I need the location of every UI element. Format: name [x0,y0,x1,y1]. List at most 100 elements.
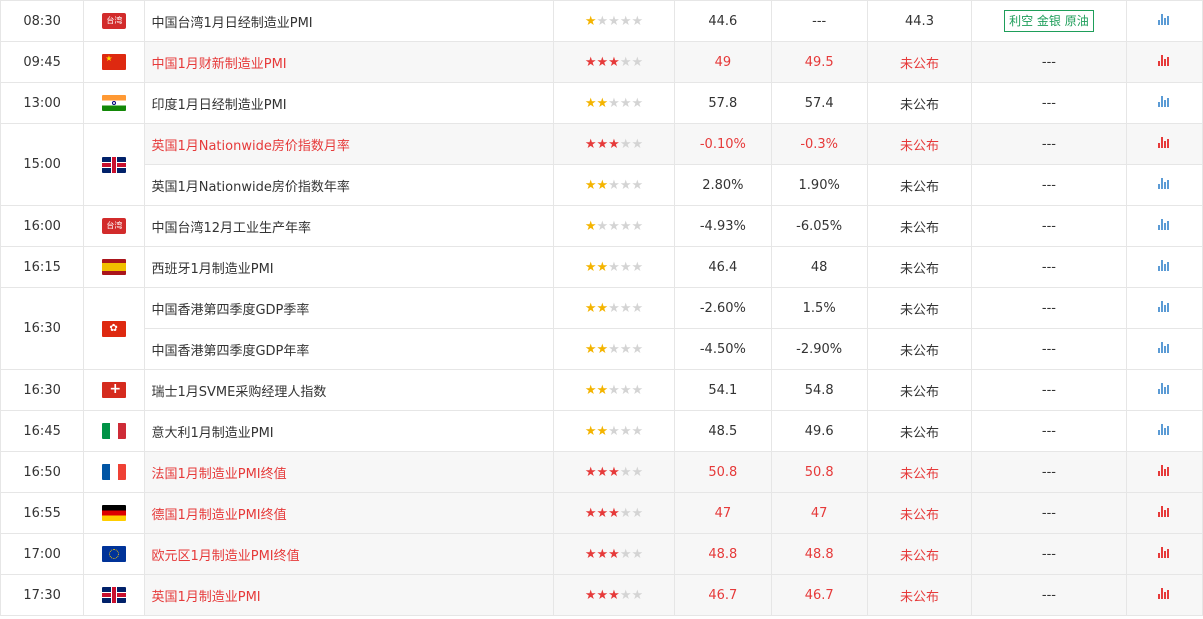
forecast-value: -0.3% [770,123,868,165]
table-row[interactable]: 16:15 西班牙1月制造业PMI ★★★★★ 46.4 48 未公布 --- [0,246,1203,288]
event-name[interactable]: 中国台湾1月日经制造业PMI [144,0,554,42]
hongkong-flag-icon [102,320,127,337]
event-name[interactable]: 瑞士1月SVME采购经理人指数 [144,369,554,411]
impact-cell: --- [971,82,1127,124]
event-name[interactable]: 中国1月财新制造业PMI [144,41,554,83]
taiwan-flag-icon: 台湾 [102,13,127,29]
table-row[interactable]: 17:30 英国1月制造业PMI ★★★★★ 46.7 46.7 未公布 --- [0,574,1203,616]
impact-cell: --- [971,164,1127,206]
previous-value: -4.93% [674,205,772,247]
forecast-value: 1.5% [770,287,868,329]
importance-stars: ★★★★★ [552,205,676,247]
forecast-value: 1.90% [770,164,868,206]
bar-chart-icon[interactable] [1158,259,1170,271]
actual-value: 未公布 [866,287,973,329]
impact-cell: --- [971,287,1127,329]
importance-stars: ★★★★★ [552,410,676,452]
india-flag-icon [102,95,127,111]
forecast-value: 50.8 [770,451,868,493]
spain-flag-icon [102,259,127,275]
actual-value: 未公布 [866,164,973,206]
event-time: 16:00 [0,205,85,247]
importance-stars: ★★★★★ [552,492,676,534]
event-time: 09:45 [0,41,85,83]
bar-chart-icon[interactable] [1158,177,1170,189]
event-name[interactable]: 英国1月Nationwide房价指数月率 [144,123,554,165]
taiwan-flag-icon: 台湾 [102,218,127,234]
switzerland-flag-icon [102,382,127,398]
table-row[interactable]: 09:45 中国1月财新制造业PMI ★★★★★ 49 49.5 未公布 --- [0,41,1203,83]
importance-stars: ★★★★★ [552,369,676,411]
event-name[interactable]: 欧元区1月制造业PMI终值 [144,533,554,575]
table-row[interactable]: 16:50 法国1月制造业PMI终值 ★★★★★ 50.8 50.8 未公布 -… [0,451,1203,493]
importance-stars: ★★★★★ [552,328,676,370]
uk-flag-icon [102,587,127,603]
china-flag-icon [102,54,127,70]
actual-value: 未公布 [866,246,973,288]
event-name[interactable]: 中国香港第四季度GDP年率 [144,328,554,370]
previous-value: 46.4 [674,246,772,288]
table-row[interactable]: 16:30 瑞士1月SVME采购经理人指数 ★★★★★ 54.1 54.8 未公… [0,369,1203,411]
event-name[interactable]: 印度1月日经制造业PMI [144,82,554,124]
previous-value: 50.8 [674,451,772,493]
table-row[interactable]: 15:00 英国1月Nationwide房价指数月率 ★★★★★ -0.10% … [0,123,1203,206]
table-row[interactable]: 16:00 台湾 中国台湾12月工业生产年率 ★★★★★ -4.93% -6.0… [0,205,1203,247]
previous-value: 2.80% [674,164,772,206]
bar-chart-icon[interactable] [1158,382,1170,394]
event-name[interactable]: 中国台湾12月工业生产年率 [144,205,554,247]
previous-value: -0.10% [674,123,772,165]
bar-chart-icon[interactable] [1158,341,1170,353]
forecast-value: 48.8 [770,533,868,575]
table-row[interactable]: 16:55 德国1月制造业PMI终值 ★★★★★ 47 47 未公布 --- [0,492,1203,534]
bar-chart-icon[interactable] [1158,464,1170,476]
event-name[interactable]: 英国1月制造业PMI [144,574,554,616]
impact-cell: --- [971,123,1127,165]
table-row[interactable]: 16:45 意大利1月制造业PMI ★★★★★ 48.5 49.6 未公布 --… [0,410,1203,452]
impact-cell: --- [971,451,1127,493]
forecast-value: 48 [770,246,868,288]
table-row[interactable]: 17:00 欧元区1月制造业PMI终值 ★★★★★ 48.8 48.8 未公布 … [0,533,1203,575]
actual-value: 未公布 [866,574,973,616]
importance-stars: ★★★★★ [552,82,676,124]
table-row[interactable]: 08:30 台湾 中国台湾1月日经制造业PMI ★★★★★ 44.6 --- 4… [0,0,1203,42]
event-time: 16:15 [0,246,85,288]
impact-tag[interactable]: 利空 金银 原油 [1004,10,1094,32]
bar-chart-icon[interactable] [1158,423,1170,435]
bar-chart-icon[interactable] [1158,505,1170,517]
event-name[interactable]: 意大利1月制造业PMI [144,410,554,452]
actual-value: 未公布 [866,410,973,452]
previous-value: 49 [674,41,772,83]
bar-chart-icon[interactable] [1158,54,1170,66]
actual-value: 未公布 [866,369,973,411]
bar-chart-icon[interactable] [1158,95,1170,107]
table-row[interactable]: 16:30 中国香港第四季度GDP季率 ★★★★★ -2.60% 1.5% 未公… [0,287,1203,370]
event-name[interactable]: 英国1月Nationwide房价指数年率 [144,164,554,206]
table-row[interactable]: 13:00 印度1月日经制造业PMI ★★★★★ 57.8 57.4 未公布 -… [0,82,1203,124]
bar-chart-icon[interactable] [1158,587,1170,599]
bar-chart-icon[interactable] [1158,136,1170,148]
event-name[interactable]: 德国1月制造业PMI终值 [144,492,554,534]
bar-chart-icon[interactable] [1158,13,1170,25]
event-time: 15:00 [0,123,85,206]
impact-cell: --- [971,533,1127,575]
event-name[interactable]: 法国1月制造业PMI终值 [144,451,554,493]
forecast-value: 46.7 [770,574,868,616]
table-row[interactable]: 中国香港第四季度GDP年率 ★★★★★ -4.50% -2.90% 未公布 --… [1,328,1203,370]
table-row[interactable]: 英国1月Nationwide房价指数年率 ★★★★★ 2.80% 1.90% 未… [1,164,1203,206]
bar-chart-icon[interactable] [1158,300,1170,312]
impact-cell: --- [971,369,1127,411]
previous-value: 44.6 [674,0,772,42]
bar-chart-icon[interactable] [1158,546,1170,558]
forecast-value: 47 [770,492,868,534]
forecast-value: -6.05% [770,205,868,247]
forecast-value: 57.4 [770,82,868,124]
importance-stars: ★★★★★ [552,287,676,329]
impact-cell: --- [971,41,1127,83]
event-name[interactable]: 中国香港第四季度GDP季率 [144,287,554,329]
event-time: 16:55 [0,492,85,534]
impact-cell: --- [971,246,1127,288]
bar-chart-icon[interactable] [1158,218,1170,230]
actual-value: 未公布 [866,41,973,83]
forecast-value: -2.90% [770,328,868,370]
event-name[interactable]: 西班牙1月制造业PMI [144,246,554,288]
